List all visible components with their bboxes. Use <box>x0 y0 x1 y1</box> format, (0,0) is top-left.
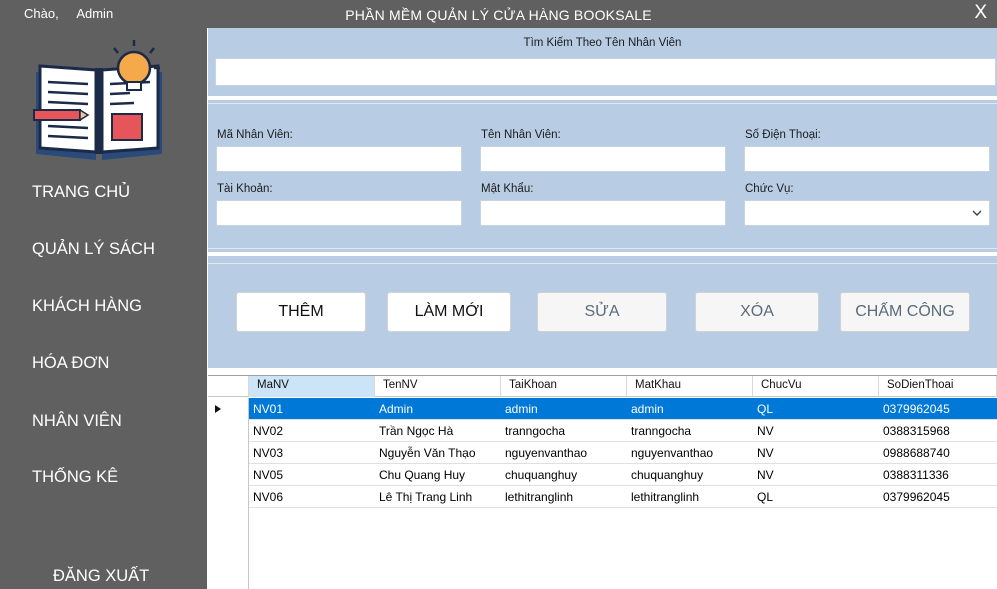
search-label: Tìm Kiếm Theo Tên Nhân Viên <box>523 37 682 49</box>
table-header: MaNV TenNV TaiKhoan MatKhau ChucVu SoDie… <box>208 376 997 397</box>
column-header-chucvu[interactable]: ChucVu <box>753 376 879 397</box>
cell-tennv[interactable]: Chu Quang Huy <box>375 464 501 486</box>
row-header[interactable] <box>208 398 249 420</box>
sidebar-item-customers[interactable]: KHÁCH HÀNG <box>32 297 142 316</box>
table-row[interactable]: NV03 Nguyễn Văn Thạo nguyenvanthao nguye… <box>208 442 997 464</box>
divider <box>208 103 997 104</box>
sidebar-item-employees[interactable]: NHÂN VIÊN <box>32 412 122 431</box>
row-header[interactable] <box>208 420 249 442</box>
cell-chucvu[interactable]: NV <box>753 420 879 442</box>
cell-tennv[interactable]: Trần Ngọc Hà <box>375 420 501 442</box>
row-header[interactable] <box>208 486 249 508</box>
row-header[interactable] <box>208 442 249 464</box>
search-panel: Tìm Kiếm Theo Tên Nhân Viên <box>208 28 997 96</box>
open-book-lightbulb-icon <box>33 40 162 160</box>
cell-taikhoan[interactable]: tranngocha <box>501 420 627 442</box>
cell-sodienthoai[interactable]: 0379962045 <box>879 398 997 420</box>
column-header-tennv[interactable]: TenNV <box>375 376 501 397</box>
cell-manv[interactable]: NV02 <box>249 420 375 442</box>
sidebar-item-statistics[interactable]: THỐNG KÊ <box>32 468 118 487</box>
cell-matkhau[interactable]: lethitranglinh <box>627 486 753 508</box>
phone-label: Số Điện Thoại: <box>745 129 821 141</box>
cell-taikhoan[interactable]: chuquanghuy <box>501 464 627 486</box>
cell-manv[interactable]: NV06 <box>249 486 375 508</box>
cell-taikhoan[interactable]: admin <box>501 398 627 420</box>
cell-tennv[interactable]: Nguyễn Văn Thạo <box>375 442 501 464</box>
cell-matkhau[interactable]: nguyenvanthao <box>627 442 753 464</box>
cell-chucvu[interactable]: QL <box>753 486 879 508</box>
chevron-down-icon[interactable] <box>971 207 983 219</box>
app-title: PHẦN MỀM QUẢN LÝ CỬA HÀNG BOOKSALE <box>345 7 652 23</box>
row-pointer-icon <box>215 405 221 413</box>
phone-field[interactable] <box>744 146 990 172</box>
cell-chucvu[interactable]: NV <box>753 442 879 464</box>
logout-button[interactable]: ĐĂNG XUẤT <box>53 567 149 586</box>
role-label: Chức Vụ: <box>745 183 794 195</box>
column-header-sodienthoai[interactable]: SoDienThoai <box>879 376 997 397</box>
cell-manv[interactable]: NV05 <box>249 464 375 486</box>
row-header-empty-area <box>208 508 249 589</box>
role-select[interactable] <box>744 200 990 226</box>
row-header-corner <box>208 376 249 397</box>
table-row[interactable]: NV02 Trần Ngọc Hà tranngocha tranngocha … <box>208 420 997 442</box>
divider <box>208 263 997 264</box>
refresh-button[interactable]: LÀM MỚI <box>387 292 511 332</box>
cell-matkhau[interactable]: chuquanghuy <box>627 464 753 486</box>
table-row[interactable]: NV01 Admin admin admin QL 0379962045 <box>208 398 997 420</box>
cell-manv[interactable]: NV01 <box>249 398 375 420</box>
employee-id-label: Mã Nhân Viên: <box>217 129 293 141</box>
cell-sodienthoai[interactable]: 0988688740 <box>879 442 997 464</box>
cell-tennv[interactable]: Admin <box>375 398 501 420</box>
cell-chucvu[interactable]: QL <box>753 398 879 420</box>
column-header-manv[interactable]: MaNV <box>249 376 375 397</box>
cell-matkhau[interactable]: tranngocha <box>627 420 753 442</box>
account-label: Tài Khoản: <box>217 183 273 195</box>
employee-form-panel: Mã Nhân Viên: Tên Nhân Viên: Số Điện Tho… <box>208 100 997 252</box>
cell-tennv[interactable]: Lê Thị Trang Linh <box>375 486 501 508</box>
table-row[interactable]: NV05 Chu Quang Huy chuquanghuy chuquangh… <box>208 464 997 486</box>
cell-chucvu[interactable]: NV <box>753 464 879 486</box>
cell-taikhoan[interactable]: nguyenvanthao <box>501 442 627 464</box>
employee-id-field[interactable] <box>216 146 462 172</box>
employee-name-label: Tên Nhân Viên: <box>481 129 561 141</box>
action-buttons-panel: THÊM LÀM MỚI SỬA XÓA CHẤM CÔNG <box>208 256 997 368</box>
account-field[interactable] <box>216 200 462 226</box>
timekeeping-button[interactable]: CHẤM CÔNG <box>840 292 970 332</box>
password-label: Mật Khẩu: <box>481 183 534 195</box>
divider <box>208 248 997 249</box>
cell-sodienthoai[interactable]: 0388311336 <box>879 464 997 486</box>
cell-sodienthoai[interactable]: 0388315968 <box>879 420 997 442</box>
title-bar: Chào, Admin PHẦN MỀM QUẢN LÝ CỬA HÀNG BO… <box>0 0 997 28</box>
column-header-matkhau[interactable]: MatKhau <box>627 376 753 397</box>
sidebar-item-books[interactable]: QUẢN LÝ SÁCH <box>32 240 155 259</box>
cell-sodienthoai[interactable]: 0379962045 <box>879 486 997 508</box>
sidebar-item-home[interactable]: TRANG CHỦ <box>32 183 130 202</box>
sidebar: TRANG CHỦ QUẢN LÝ SÁCH KHÁCH HÀNG HÓA ĐƠ… <box>0 28 207 589</box>
search-input[interactable] <box>215 58 996 86</box>
table-row[interactable]: NV06 Lê Thị Trang Linh lethitranglinh le… <box>208 486 997 508</box>
row-header[interactable] <box>208 464 249 486</box>
employee-name-field[interactable] <box>480 146 726 172</box>
cell-matkhau[interactable]: admin <box>627 398 753 420</box>
cell-taikhoan[interactable]: lethitranglinh <box>501 486 627 508</box>
delete-button[interactable]: XÓA <box>695 292 819 332</box>
add-button[interactable]: THÊM <box>236 292 366 332</box>
password-field[interactable] <box>480 200 726 226</box>
edit-button[interactable]: SỬA <box>537 292 667 332</box>
close-icon[interactable]: X <box>974 2 987 24</box>
column-header-taikhoan[interactable]: TaiKhoan <box>501 376 627 397</box>
sidebar-item-invoices[interactable]: HÓA ĐƠN <box>32 354 109 373</box>
employee-table: MaNV TenNV TaiKhoan MatKhau ChucVu SoDie… <box>208 375 997 589</box>
cell-manv[interactable]: NV03 <box>249 442 375 464</box>
